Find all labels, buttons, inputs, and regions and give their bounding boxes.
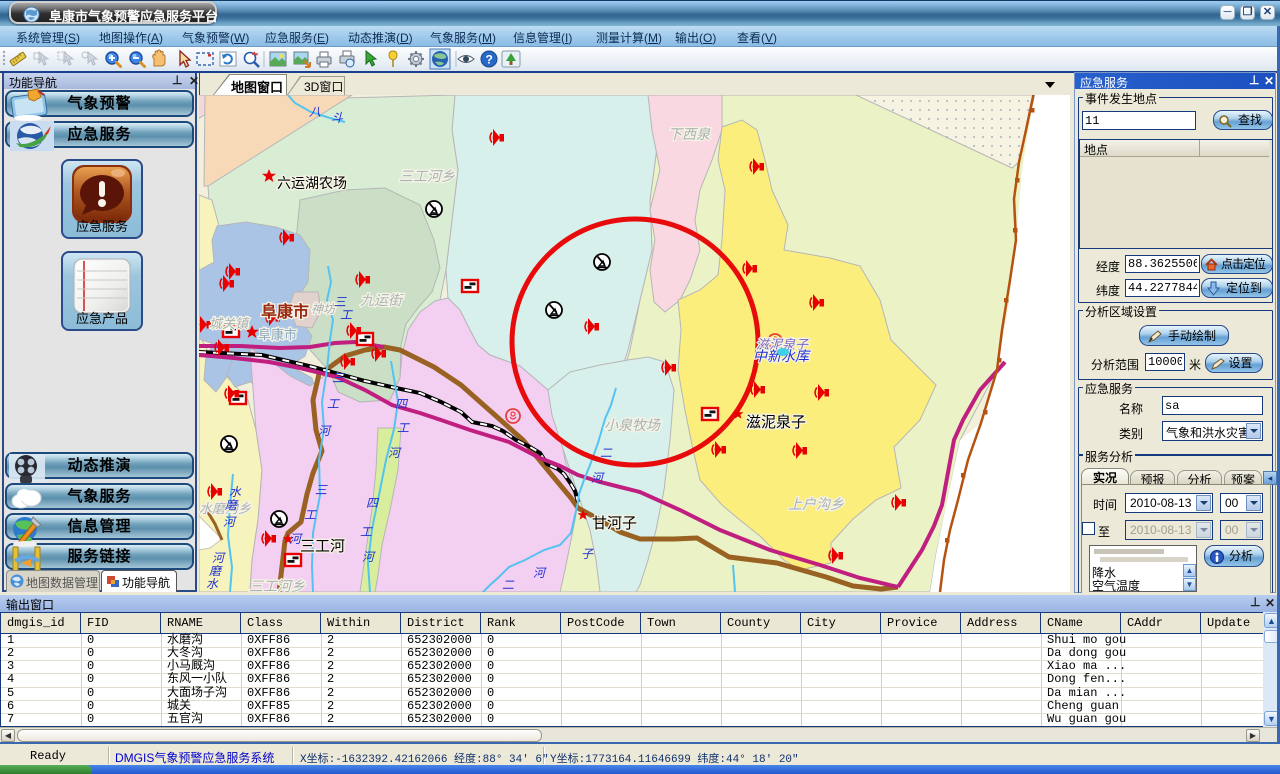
svg-text:上户沟乡: 上户沟乡 [788,496,844,512]
svg-text:三工河乡: 三工河乡 [249,578,305,592]
svg-text:工: 工 [397,421,410,435]
svg-text:子: 子 [581,547,594,561]
svg-text:斗: 斗 [331,111,344,125]
svg-text:三: 三 [315,483,328,497]
svg-text:磨: 磨 [209,564,223,578]
svg-text:河: 河 [388,446,402,460]
svg-text:四: 四 [395,397,409,411]
svg-text:河: 河 [362,550,376,564]
svg-text:工: 工 [360,525,373,539]
svg-text:八: 八 [309,105,321,119]
svg-text:水: 水 [229,485,242,499]
svg-text:河: 河 [318,424,332,438]
svg-text:河: 河 [212,551,226,565]
svg-text:三: 三 [334,295,347,309]
svg-text:三工河乡: 三工河乡 [399,168,455,184]
svg-text:二: 二 [502,578,515,592]
svg-text:下西泉: 下西泉 [668,126,711,142]
svg-text:磨: 磨 [225,498,239,512]
svg-text:四: 四 [366,496,380,510]
svg-text:?: ? [486,53,493,67]
svg-text:阜康市: 阜康市 [261,302,309,321]
svg-text:甘河子: 甘河子 [592,515,637,532]
svg-text:工: 工 [327,397,340,411]
svg-text:水: 水 [206,577,219,591]
svg-text:滋泥泉子: 滋泥泉子 [746,414,806,431]
svg-text:工: 工 [304,508,317,522]
svg-text:河: 河 [223,515,237,529]
svg-text:九运街: 九运街 [360,292,404,308]
svg-text:三: 三 [332,371,345,385]
svg-text:六运湖农场: 六运湖农场 [277,175,347,191]
svg-text:小泉牧场: 小泉牧场 [604,417,661,433]
svg-text:城关镇: 城关镇 [209,316,250,331]
svg-text:河: 河 [289,532,303,546]
svg-text:河: 河 [533,566,547,580]
svg-text:工: 工 [340,308,353,322]
svg-text:二: 二 [600,446,613,460]
svg-text:阜康市: 阜康市 [258,327,297,342]
svg-text:三工河: 三工河 [300,538,345,555]
svg-text:河: 河 [591,471,605,485]
